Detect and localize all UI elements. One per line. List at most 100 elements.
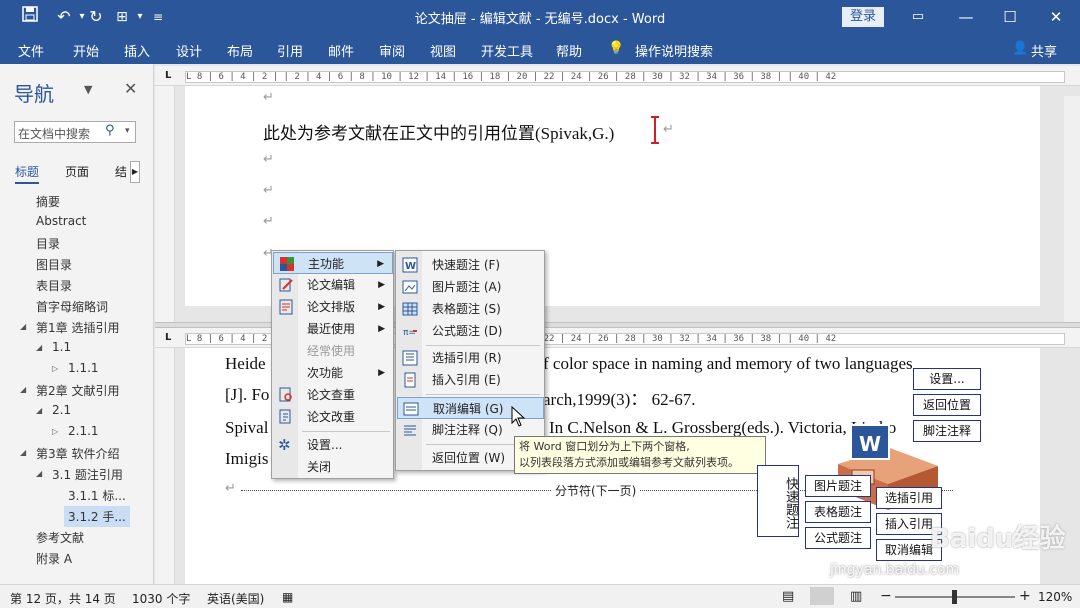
table-caption-button[interactable]: 表格题注 bbox=[805, 501, 871, 523]
nav-item[interactable]: 附录 A bbox=[36, 550, 72, 567]
print-layout-icon[interactable] bbox=[810, 587, 834, 605]
nav-item[interactable]: 第3章 软件介绍 bbox=[36, 445, 119, 462]
maximize-button[interactable]: ☐ bbox=[990, 4, 1030, 30]
submenu-item-quick-caption[interactable]: W 快速题注 (F) bbox=[397, 254, 544, 276]
main-context-menu: 主功能 ▶ 论文编辑 ▶ 论文排版 ▶ 最近使用 ▶ 经常使用 次功能 ▶ 论文查重 论文… bbox=[271, 250, 394, 479]
language[interactable]: 英语(美国) bbox=[207, 590, 264, 607]
nav-item[interactable]: 首字母缩略词 bbox=[36, 298, 108, 315]
nav-item[interactable]: 目录 bbox=[36, 235, 60, 252]
word-count[interactable]: 1030 个字 bbox=[132, 590, 190, 607]
login-button[interactable]: 登录 bbox=[842, 7, 884, 27]
submenu-item-select-cite[interactable]: 选插引用 (R) bbox=[397, 347, 544, 369]
nav-item[interactable]: 表目录 bbox=[36, 277, 72, 294]
zoom-level[interactable]: 120% bbox=[1038, 590, 1072, 604]
picture-caption-button[interactable]: 图片题注 bbox=[805, 475, 871, 497]
share-button[interactable]: 共享 bbox=[1031, 41, 1057, 60]
tab-selector-icon[interactable]: L bbox=[165, 332, 171, 343]
close-button[interactable]: ✕ bbox=[1036, 4, 1076, 30]
nav-item[interactable]: 3.1.1 标... bbox=[68, 487, 126, 504]
collapse-icon[interactable]: ◢ bbox=[36, 406, 42, 415]
tab-view[interactable]: 视图 bbox=[430, 41, 456, 60]
nav-item[interactable]: 2.1 bbox=[52, 403, 71, 417]
nav-search-input[interactable]: 在文档中搜索 ⚲ ▾ bbox=[14, 121, 136, 143]
save-icon[interactable] bbox=[18, 6, 42, 28]
expand-icon[interactable]: ▷ bbox=[52, 364, 58, 373]
submenu-item-insert-cite[interactable]: 插入引用 (E) bbox=[397, 369, 544, 391]
citation-text: 此处为参考文献在正文中的引用位置(Spivak,G.) bbox=[263, 124, 615, 143]
zoom-in-icon[interactable]: + bbox=[1019, 588, 1031, 604]
nav-item[interactable]: 1.1.1 bbox=[68, 361, 99, 375]
nav-item[interactable]: 图目录 bbox=[36, 256, 72, 273]
tab-file[interactable]: 文件 bbox=[18, 41, 44, 60]
tab-home[interactable]: 开始 bbox=[73, 41, 99, 60]
nav-tab-results[interactable]: 结 bbox=[115, 163, 127, 180]
submenu-item-picture-caption[interactable]: 图片题注 (A) bbox=[397, 276, 544, 298]
menu-item-close[interactable]: 关闭 bbox=[273, 456, 393, 478]
return-position-button[interactable]: 返回位置 bbox=[913, 394, 981, 416]
chevron-down-icon[interactable]: ▾ bbox=[125, 126, 130, 136]
tab-layout[interactable]: 布局 bbox=[227, 41, 253, 60]
nav-item[interactable]: 摘要 bbox=[36, 193, 60, 210]
tell-me-search[interactable]: 操作说明搜索 bbox=[635, 41, 713, 60]
ribbon-display-icon[interactable]: ▭ bbox=[898, 4, 938, 30]
customize-toolbar-icon[interactable]: ≡ bbox=[146, 6, 170, 28]
nav-item[interactable]: 1.1 bbox=[52, 340, 71, 354]
expand-icon[interactable]: ▷ bbox=[52, 427, 58, 436]
zoom-out-icon[interactable]: − bbox=[880, 588, 892, 604]
tab-review[interactable]: 审阅 bbox=[379, 41, 405, 60]
tab-references[interactable]: 引用 bbox=[277, 41, 303, 60]
menu-item-rewrite[interactable]: 论文改重 bbox=[273, 406, 393, 428]
submenu-item-table-caption[interactable]: 表格题注 (S) bbox=[397, 298, 544, 320]
tab-insert[interactable]: 插入 bbox=[124, 41, 150, 60]
vertical-scrollbar[interactable] bbox=[1064, 96, 1080, 322]
collapse-icon[interactable]: ◢ bbox=[20, 448, 26, 457]
menu-item-plagiarism-check[interactable]: 论文查重 bbox=[273, 384, 393, 406]
close-icon[interactable]: ✕ bbox=[124, 79, 137, 98]
nav-item[interactable]: 第1章 选插引用 bbox=[36, 319, 119, 336]
title-bar: ↶ ▾ ↻ ⊞ ▾ ≡ 论文抽屉 - 编辑文献 - 无编号.docx - Wor… bbox=[0, 0, 1080, 34]
footnote-button[interactable]: 脚注注释 bbox=[913, 420, 981, 442]
nav-tab-pages[interactable]: 页面 bbox=[65, 163, 89, 180]
horizontal-ruler-top[interactable]: L L 8 | 6 | 4 | 2 | | 2 | 4 | 6 | 8 | 10… bbox=[155, 66, 1080, 86]
redo-icon[interactable]: ↻ bbox=[84, 6, 108, 28]
collapse-icon[interactable]: ◢ bbox=[20, 385, 26, 394]
formula-caption-button[interactable]: 公式题注 bbox=[805, 527, 871, 549]
quick-caption-button[interactable]: 快速题注 bbox=[757, 465, 799, 537]
nav-tab-headings[interactable]: 标题 bbox=[15, 163, 40, 184]
nav-item[interactable]: 3.1 题注引用 bbox=[52, 466, 123, 483]
submenu-arrow-icon: ▶ bbox=[378, 324, 385, 334]
tab-selector-icon[interactable]: L bbox=[165, 70, 171, 81]
nav-item[interactable]: 第2章 文献引用 bbox=[36, 382, 119, 399]
nav-options-icon[interactable]: ▼ bbox=[84, 83, 92, 96]
zoom-slider-thumb[interactable] bbox=[952, 590, 957, 604]
tab-help[interactable]: 帮助 bbox=[556, 41, 582, 60]
collapse-icon[interactable]: ◢ bbox=[36, 343, 42, 352]
collapse-icon[interactable]: ◢ bbox=[36, 469, 42, 478]
menu-item-main-function[interactable]: 主功能 ▶ bbox=[273, 252, 393, 274]
collapse-icon[interactable]: ◢ bbox=[20, 322, 26, 331]
paragraph-mark: ↵ bbox=[263, 183, 274, 198]
macro-icon[interactable]: ▦ bbox=[282, 590, 293, 604]
watermark-brand: Baidu经验 bbox=[930, 524, 1066, 554]
nav-item[interactable]: 参考文献 bbox=[36, 529, 84, 546]
minimize-button[interactable]: — bbox=[946, 4, 986, 30]
nav-tab-scroll-right[interactable]: ▶ bbox=[130, 161, 140, 183]
nav-item-selected[interactable]: 3.1.2 手... bbox=[64, 506, 130, 527]
select-cite-button[interactable]: 选插引用 bbox=[876, 487, 942, 509]
tab-design[interactable]: 设计 bbox=[176, 41, 202, 60]
settings-button[interactable]: 设置... bbox=[913, 368, 981, 390]
menu-item-paper-layout[interactable]: 论文排版 ▶ bbox=[273, 296, 393, 318]
page-count[interactable]: 第 12 页，共 14 页 bbox=[10, 590, 116, 607]
menu-item-secondary[interactable]: 次功能 ▶ bbox=[273, 362, 393, 384]
tab-mailings[interactable]: 邮件 bbox=[328, 41, 354, 60]
web-layout-icon[interactable]: ▥ bbox=[850, 589, 862, 604]
read-mode-icon[interactable]: ▤ bbox=[782, 589, 794, 604]
nav-item[interactable]: 2.1.1 bbox=[68, 424, 99, 438]
menu-item-paper-edit[interactable]: 论文编辑 ▶ bbox=[273, 274, 393, 296]
menu-item-recent[interactable]: 最近使用 ▶ bbox=[273, 318, 393, 340]
menu-item-settings[interactable]: ✲ 设置... bbox=[273, 434, 393, 456]
submenu-item-formula-caption[interactable]: π= 公式题注 (D) bbox=[397, 320, 544, 342]
tab-developer[interactable]: 开发工具 bbox=[481, 41, 533, 60]
search-icon[interactable]: ⚲ bbox=[105, 123, 115, 138]
nav-item[interactable]: Abstract bbox=[36, 214, 86, 228]
